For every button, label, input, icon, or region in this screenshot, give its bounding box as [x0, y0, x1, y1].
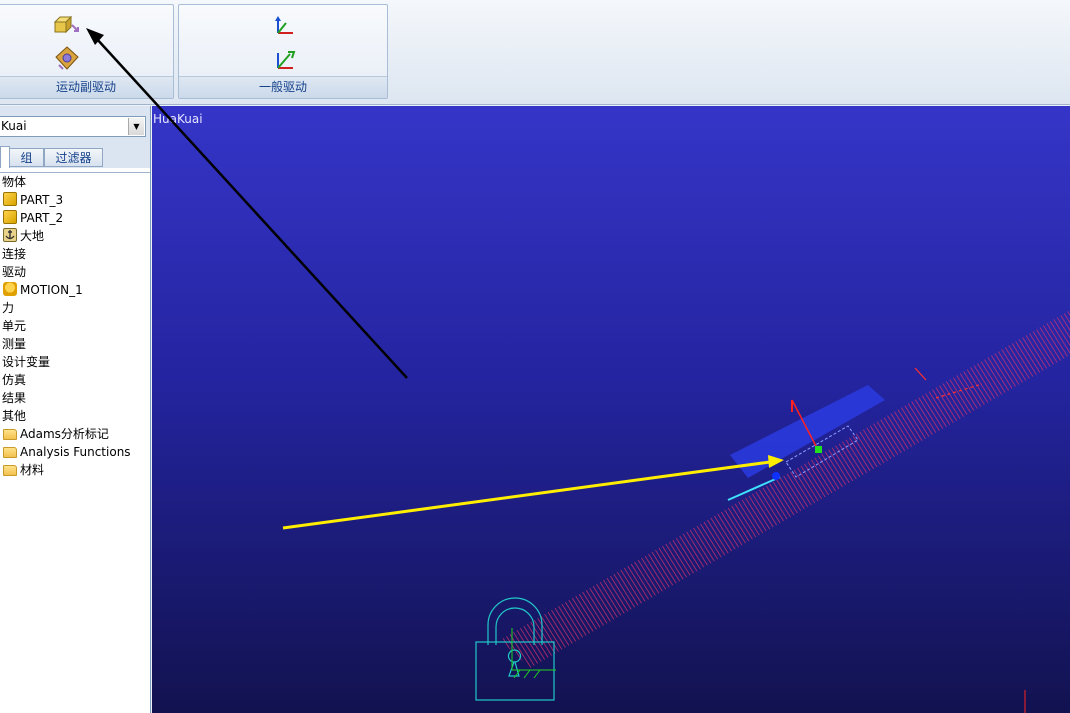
tree-label: 结果: [2, 391, 27, 405]
chevron-down-icon[interactable]: ▼: [128, 118, 144, 135]
joint-motion-group[interactable]: 运动副驱动: [0, 4, 174, 99]
model-tree: 物体 PART_3 PART_2 大地 连接 驱动 MOTION_1 力 单元 …: [0, 172, 150, 479]
tree-category-connectors[interactable]: 连接: [0, 245, 150, 263]
tree-category-elements[interactable]: 单元: [0, 317, 150, 335]
tree-label: Analysis Functions: [20, 445, 131, 459]
tree-label: 测量: [2, 337, 27, 351]
motion-marker-icon[interactable]: [815, 446, 822, 453]
tree-item-adams-markers[interactable]: Adams分析标记: [0, 425, 150, 443]
tree-label: 大地: [20, 229, 45, 243]
tree-item-analysis-functions[interactable]: Analysis Functions: [0, 443, 150, 461]
tree-item-motion-1[interactable]: MOTION_1: [0, 281, 150, 299]
tree-item-ground[interactable]: 大地: [0, 227, 150, 245]
tab-groups[interactable]: 组: [9, 148, 44, 167]
tree-item-materials[interactable]: 材料: [0, 461, 150, 479]
tree-label: 设计变量: [2, 355, 51, 369]
tab-filters[interactable]: 过滤器: [44, 148, 103, 167]
tree-category-results[interactable]: 结果: [0, 389, 150, 407]
tree-label: 驱动: [2, 265, 27, 279]
scene-graphics: [475, 310, 1070, 713]
tree-label: 材料: [20, 463, 45, 477]
joint-gear-icon[interactable]: [53, 45, 81, 73]
tree-category-motions[interactable]: 驱动: [0, 263, 150, 281]
tree-category-design-variables[interactable]: 设计变量: [0, 353, 150, 371]
model-browser: Kuai ▼ 组 过滤器 物体 PART_3 PART_2 大地 连接 驱动 M…: [0, 106, 151, 713]
tree-label: PART_2: [20, 211, 64, 225]
tree-label: 物体: [2, 175, 27, 189]
general-motion-group[interactable]: 一般驱动: [178, 4, 388, 99]
joint-motion-icon[interactable]: [52, 13, 82, 35]
tree-category-measures[interactable]: 测量: [0, 335, 150, 353]
tree-category-forces[interactable]: 力: [0, 299, 150, 317]
marker-point[interactable]: [772, 472, 780, 480]
part-cube-icon: [3, 210, 17, 224]
model-select[interactable]: Kuai ▼: [0, 116, 146, 137]
tree-category-bodies[interactable]: 物体: [0, 173, 150, 191]
tree-label: 其他: [2, 409, 27, 423]
tree-label: Adams分析标记: [20, 427, 109, 441]
tree-label: PART_3: [20, 193, 64, 207]
tree-label: 连接: [2, 247, 27, 261]
folder-icon: [3, 465, 17, 476]
tree-item-part-3[interactable]: PART_3: [0, 191, 150, 209]
general-motion-icon[interactable]: [274, 15, 296, 37]
tree-label: MOTION_1: [20, 283, 83, 297]
tree-category-other[interactable]: 其他: [0, 407, 150, 425]
part-cube-icon: [3, 192, 17, 206]
incline-part[interactable]: [500, 310, 1070, 668]
3d-viewport[interactable]: HuaKuai: [152, 106, 1070, 713]
browser-tabs: 组 过滤器: [0, 146, 150, 168]
motion-icon: [3, 282, 17, 296]
tree-label: 单元: [2, 319, 27, 333]
folder-icon: [3, 447, 17, 458]
tree-item-part-2[interactable]: PART_2: [0, 209, 150, 227]
general-motion-label: 一般驱动: [179, 76, 387, 98]
tree-label: 仿真: [2, 373, 27, 387]
ribbon-toolbar: 运动副驱动 一般驱动: [0, 0, 1070, 105]
browser-header: Kuai ▼ 组 过滤器: [0, 106, 150, 168]
tree-label: 力: [2, 301, 15, 315]
model-select-value: Kuai: [1, 119, 27, 133]
ground-anchor-icon: [3, 228, 17, 242]
folder-icon: [3, 429, 17, 440]
general-motion-axes-icon[interactable]: [274, 48, 298, 72]
tree-category-simulations[interactable]: 仿真: [0, 371, 150, 389]
joint-motion-label: 运动副驱动: [0, 76, 173, 98]
